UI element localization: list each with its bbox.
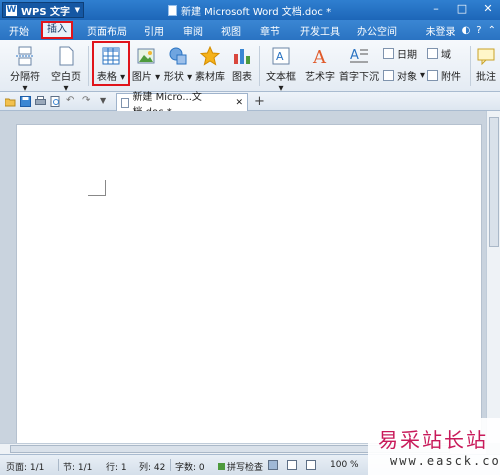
star-icon bbox=[200, 46, 220, 66]
picture-button[interactable]: 图片 ▾ bbox=[131, 46, 161, 83]
wordart-button[interactable]: A 艺术字 bbox=[304, 46, 336, 83]
comment-button[interactable]: 批注 bbox=[473, 46, 499, 83]
status-row: 行: 1 bbox=[106, 463, 127, 473]
page-break-icon bbox=[16, 46, 34, 66]
print-preview-icon[interactable] bbox=[50, 96, 61, 107]
paperclip-icon bbox=[427, 70, 438, 81]
maximize-button[interactable]: □ bbox=[454, 2, 470, 15]
print-icon[interactable] bbox=[35, 96, 46, 107]
field-icon bbox=[427, 48, 438, 59]
page-break-button[interactable]: 分隔符 ▾ bbox=[6, 46, 44, 94]
zoom-level[interactable]: 100 % bbox=[330, 460, 359, 470]
tab-page-layout[interactable]: 页面布局 bbox=[87, 23, 127, 38]
title-bar: W WPS 文字 ▼ 新建 Microsoft Word 文档.doc * – … bbox=[0, 0, 500, 20]
status-separator bbox=[58, 459, 59, 471]
status-word-count: 字数: 0 bbox=[175, 463, 205, 473]
page-view-icon[interactable] bbox=[268, 460, 278, 470]
minimize-button[interactable]: – bbox=[428, 2, 444, 15]
tab-section[interactable]: 章节 bbox=[260, 23, 280, 38]
new-tab-icon[interactable]: + bbox=[254, 94, 265, 109]
insert-ribbon: 分隔符 ▾ 空白页 ▾ 表格 ▾ 图片 ▾ 形状 ▾ 素材库 图表 A 文本框 … bbox=[0, 40, 500, 94]
tab-review[interactable]: 审阅 bbox=[183, 23, 203, 38]
outline-view-icon[interactable] bbox=[306, 460, 316, 470]
document-icon bbox=[121, 97, 130, 108]
open-folder-icon[interactable] bbox=[5, 96, 16, 107]
customize-dropdown-icon[interactable]: ▼ bbox=[100, 96, 111, 107]
chart-button[interactable]: 图表 bbox=[229, 46, 255, 83]
blank-page-button[interactable]: 空白页 ▾ bbox=[47, 46, 85, 94]
redo-icon[interactable]: ↷ bbox=[82, 95, 93, 106]
svg-text:A: A bbox=[276, 50, 284, 63]
picture-icon bbox=[137, 48, 155, 64]
app-name: WPS 文字 bbox=[21, 6, 71, 18]
tab-office-space[interactable]: 办公空间 bbox=[357, 23, 397, 38]
document-tab[interactable]: 新建 Micro...文档.doc * ✕ bbox=[116, 92, 248, 118]
help-icon[interactable]: ? bbox=[476, 25, 481, 36]
wordart-icon: A bbox=[312, 47, 327, 66]
document-workspace bbox=[0, 111, 500, 454]
close-button[interactable]: ✕ bbox=[480, 2, 496, 15]
ribbon-separator bbox=[470, 46, 471, 86]
skin-icon[interactable]: ◐ bbox=[462, 25, 471, 36]
status-page: 页面: 1/1 bbox=[6, 463, 45, 473]
chart-icon bbox=[234, 49, 250, 64]
date-button[interactable]: 日期 bbox=[383, 46, 417, 61]
tab-developer[interactable]: 开发工具 bbox=[300, 23, 340, 38]
wps-logo-icon: W bbox=[6, 4, 17, 16]
site-watermark: 易采站长站 www.easck.com bbox=[368, 418, 500, 475]
svg-text:A: A bbox=[350, 48, 359, 63]
shape-button[interactable]: 形状 ▾ bbox=[163, 46, 193, 83]
web-view-icon[interactable] bbox=[287, 460, 297, 470]
document-icon bbox=[168, 5, 177, 16]
app-menu-button[interactable]: W WPS 文字 ▼ bbox=[2, 2, 84, 18]
shape-icon bbox=[169, 47, 187, 65]
document-page[interactable] bbox=[16, 124, 482, 454]
check-icon bbox=[218, 463, 225, 470]
status-section: 节: 1/1 bbox=[63, 463, 93, 473]
spell-check-toggle[interactable]: 拼写检查 bbox=[218, 460, 263, 473]
vertical-scrollbar[interactable] bbox=[486, 111, 500, 443]
attachment-button[interactable]: 附件 bbox=[427, 68, 461, 83]
status-column: 列: 42 bbox=[139, 463, 166, 473]
scrollbar-thumb[interactable] bbox=[489, 117, 499, 247]
clipart-button[interactable]: 素材库 bbox=[195, 46, 225, 83]
object-icon bbox=[383, 70, 394, 81]
tab-home[interactable]: 开始 bbox=[9, 23, 29, 38]
status-separator bbox=[170, 459, 171, 471]
field-button[interactable]: 域 bbox=[427, 46, 451, 61]
collapse-ribbon-icon[interactable]: ⌃ bbox=[488, 25, 496, 36]
save-icon[interactable] bbox=[20, 96, 31, 107]
quick-access-bar: ↶ ↷ ▼ 新建 Micro...文档.doc * ✕ + bbox=[0, 92, 500, 118]
tab-references[interactable]: 引用 bbox=[144, 23, 164, 38]
calendar-icon bbox=[383, 48, 394, 59]
menu-bar: 开始 插入 页面布局 引用 审阅 视图 章节 开发工具 办公空间 未登录 ◐ ?… bbox=[0, 20, 500, 40]
comment-icon bbox=[477, 48, 495, 66]
undo-icon[interactable]: ↶ bbox=[66, 95, 77, 106]
chevron-down-icon: ▼ bbox=[74, 6, 80, 14]
watermark-text: 易采站长站 bbox=[378, 428, 488, 452]
watermark-url: www.easck.com bbox=[390, 454, 500, 468]
blank-page-icon bbox=[59, 46, 74, 66]
tab-insert[interactable]: 插入 bbox=[41, 21, 73, 39]
document-title: 新建 Microsoft Word 文档.doc * bbox=[181, 7, 332, 18]
window-title: 新建 Microsoft Word 文档.doc * bbox=[168, 3, 331, 18]
close-tab-icon[interactable]: ✕ bbox=[235, 98, 243, 108]
ribbon-separator bbox=[88, 46, 89, 86]
table-highlight-box bbox=[92, 41, 130, 86]
window-controls: – □ ✕ bbox=[428, 2, 496, 15]
dropcap-icon: A bbox=[350, 48, 368, 63]
login-link[interactable]: 未登录 bbox=[426, 23, 456, 38]
textbox-button[interactable]: A 文本框 ▾ bbox=[264, 46, 298, 94]
svg-text:A: A bbox=[312, 47, 327, 66]
ribbon-separator bbox=[259, 46, 260, 86]
object-button[interactable]: 对象 ▾ bbox=[383, 68, 425, 83]
margin-corner-mark bbox=[88, 180, 106, 196]
dropcap-button[interactable]: A 首字下沉 bbox=[339, 46, 379, 83]
textbox-icon: A bbox=[272, 47, 290, 65]
tab-view[interactable]: 视图 bbox=[221, 23, 241, 38]
